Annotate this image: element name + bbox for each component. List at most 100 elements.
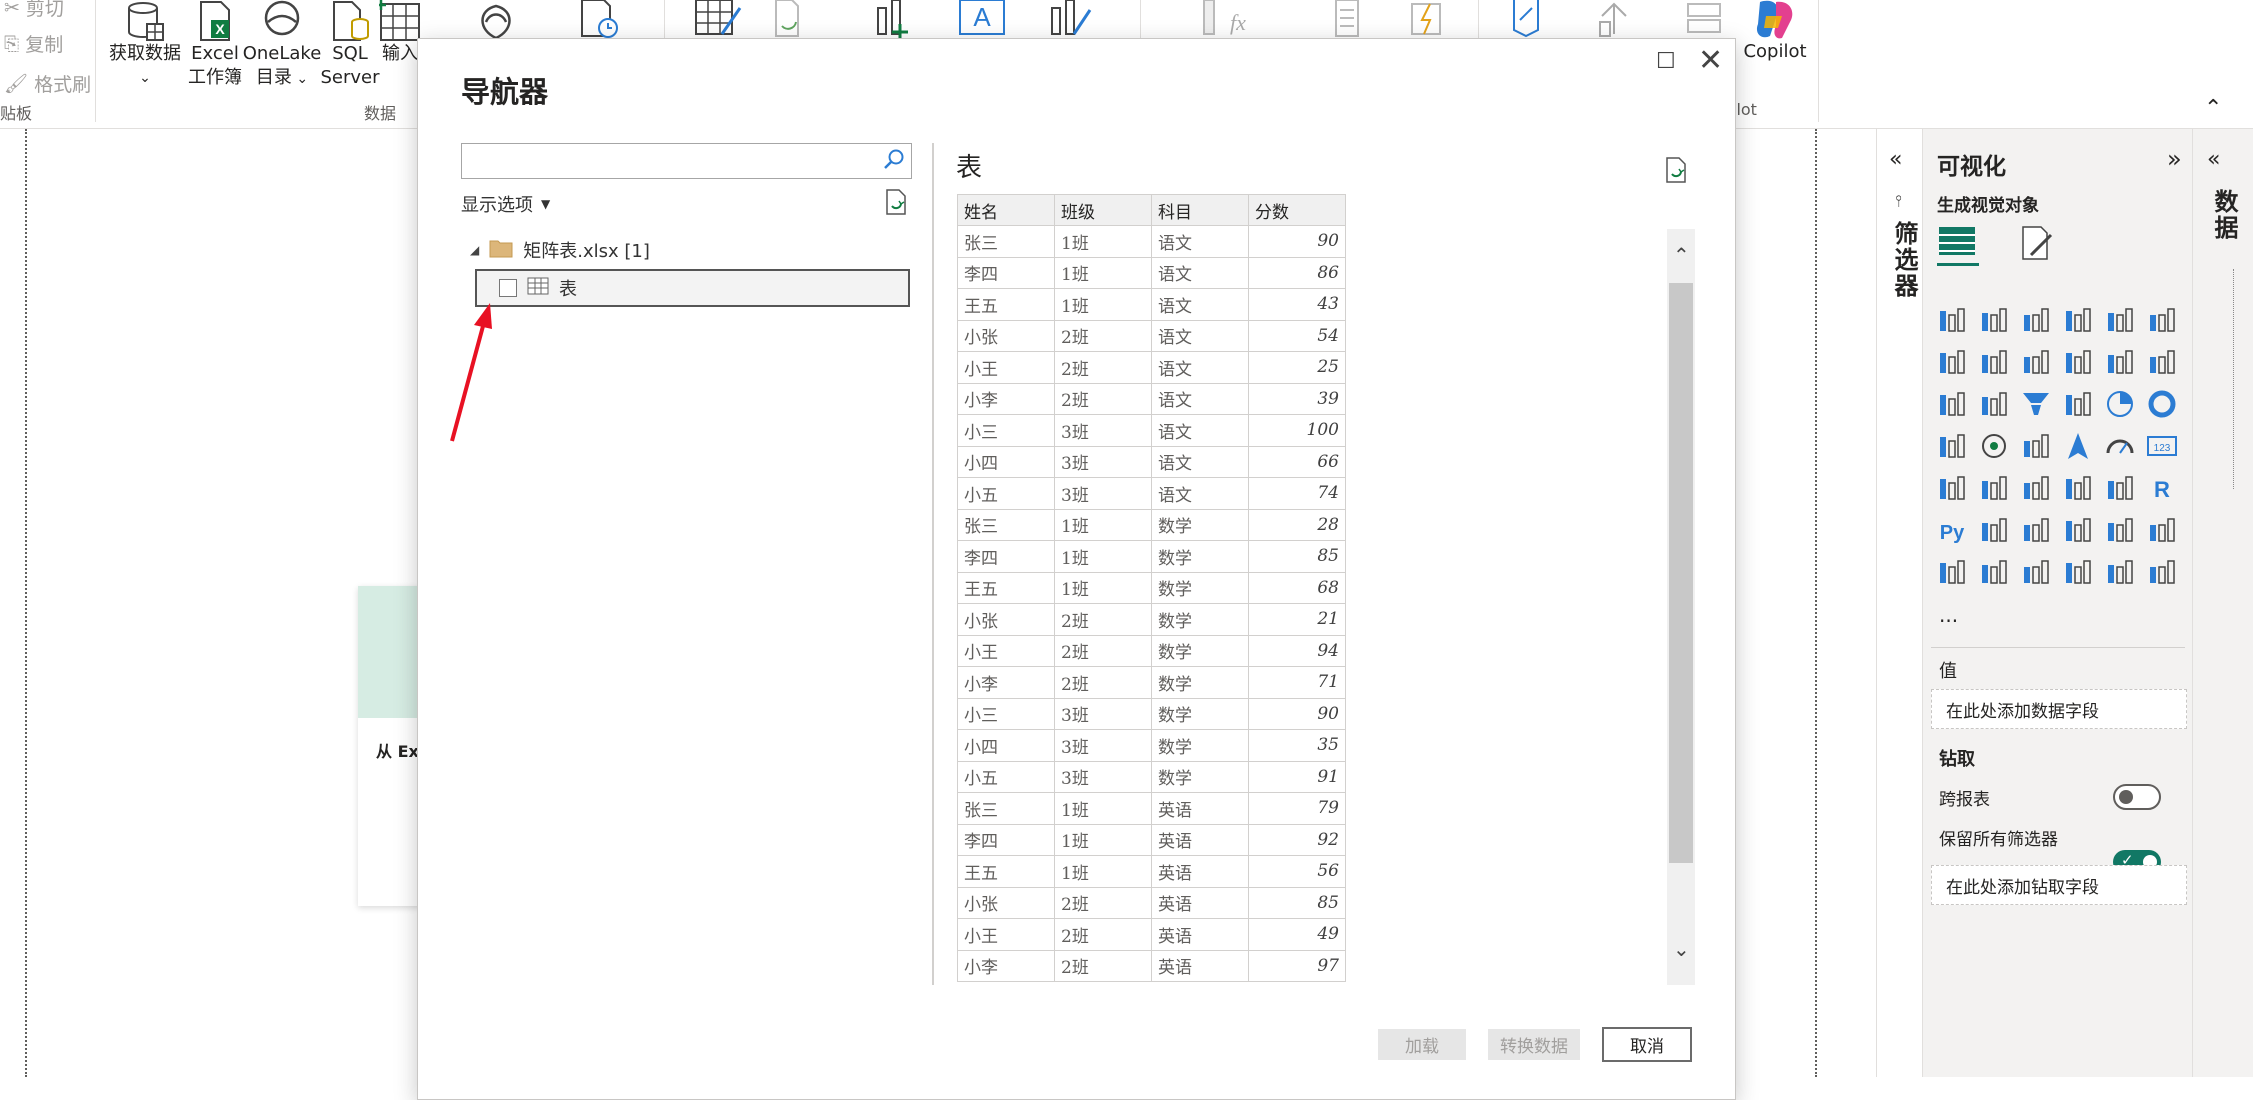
more-visuals-ellipsis[interactable]: ... xyxy=(1939,603,1958,627)
transform-data-button[interactable]: 转换数据 xyxy=(1488,1029,1580,1060)
clustered-column-icon[interactable] xyxy=(2061,303,2095,337)
display-options-dropdown[interactable]: 显示选项 ▼ xyxy=(461,191,550,217)
table-cell: 1班 xyxy=(1054,571,1152,604)
gauge-icon[interactable] xyxy=(2103,429,2137,463)
column-header[interactable]: 姓名 xyxy=(957,194,1055,226)
excel-workbook-button[interactable]: X Excel 工作簿 xyxy=(184,0,246,90)
goals-icon[interactable] xyxy=(2145,513,2179,547)
line-chart-icon[interactable] xyxy=(1935,345,1969,379)
table-icon[interactable] xyxy=(2061,471,2095,505)
kpi-icon[interactable] xyxy=(1977,471,2011,505)
column-header[interactable]: 分数 xyxy=(1248,194,1346,226)
viz-divider xyxy=(1931,647,2185,648)
preview-scrollbar[interactable]: ⌃ ⌄ xyxy=(1667,229,1695,985)
filters-label[interactable]: 筛选器 xyxy=(1887,221,1922,299)
enter-data-button[interactable]: 输入 xyxy=(378,0,422,66)
filled-map-icon[interactable] xyxy=(2019,429,2053,463)
r-visual-icon[interactable]: R xyxy=(2145,471,2179,505)
key-influencers-icon[interactable] xyxy=(1977,513,2011,547)
card-new-icon[interactable] xyxy=(1977,555,2011,589)
python-visual-icon[interactable]: Py xyxy=(1935,513,1969,547)
copilot-button[interactable]: Copilot xyxy=(1738,0,1812,64)
search-box[interactable] xyxy=(461,143,912,179)
card-icon[interactable]: 123 xyxy=(2145,429,2179,463)
expand-viz-icon[interactable]: » xyxy=(2167,145,2182,173)
table-row: 小三 3班 数学 90 xyxy=(957,697,1346,730)
format-visual-tab[interactable] xyxy=(2017,223,2057,267)
table-checkbox[interactable] xyxy=(499,279,517,297)
stacked-column-icon[interactable] xyxy=(1977,303,2011,337)
waterfall-icon[interactable] xyxy=(1977,387,2011,421)
map-arcgis-icon[interactable] xyxy=(2061,555,2095,589)
multirow-card-icon[interactable] xyxy=(1935,471,1969,505)
data-label[interactable]: 数据 xyxy=(2207,189,2242,241)
onelake-catalog-button[interactable]: OneLake 目录 ⌄ xyxy=(242,0,322,91)
azure-map-icon[interactable] xyxy=(2061,429,2095,463)
expand-triangle-icon[interactable]: ◢ xyxy=(470,243,479,257)
preview-table-viewport[interactable]: 姓名 班级 科目 分数 张三 1班 语文 90 李四 1班 语文 86 王五 1班 语文 43 小张 2班… xyxy=(957,194,1565,983)
folder-icon xyxy=(489,238,513,263)
visualizations-pane: 可视化 » 生成视觉对象 123 R Py ... 值 在此处添加数据字段 钻取 跨… xyxy=(1922,129,2193,1077)
values-well[interactable]: 在此处添加数据字段 xyxy=(1931,689,2187,729)
maximize-icon[interactable]: ☐ xyxy=(1656,49,1676,74)
ribbon-chart-icon[interactable] xyxy=(1935,387,1969,421)
narrative-icon[interactable] xyxy=(2103,513,2137,547)
decomposition-tree-icon[interactable] xyxy=(2019,513,2053,547)
collapse-data-icon[interactable]: « xyxy=(2207,147,2220,172)
onelake-label-1: OneLake xyxy=(242,43,322,64)
cancel-button[interactable]: 取消 xyxy=(1602,1027,1692,1062)
pane-resize-handle[interactable] xyxy=(2233,269,2244,489)
sql-server-icon xyxy=(327,0,373,42)
load-button[interactable]: 加载 xyxy=(1378,1029,1466,1060)
slicer-icon[interactable] xyxy=(2019,471,2053,505)
smart-narrative-icon[interactable] xyxy=(2019,555,2053,589)
matrix-icon[interactable] xyxy=(2103,471,2137,505)
donut-icon[interactable] xyxy=(2145,387,2179,421)
search-icon[interactable] xyxy=(883,148,905,174)
stacked-bar-icon[interactable] xyxy=(1935,303,1969,337)
get-data-button[interactable]: 获取数据 ⌄ xyxy=(108,0,182,90)
map-icon[interactable] xyxy=(1977,429,2011,463)
refresh-preview-icon[interactable] xyxy=(1664,157,1688,187)
build-visual-tab[interactable] xyxy=(1937,221,1979,266)
drill-well[interactable]: 在此处添加钻取字段 xyxy=(1931,865,2187,905)
scrollbar-thumb[interactable] xyxy=(1669,283,1693,863)
clustered-bar-icon[interactable] xyxy=(2019,303,2053,337)
area-chart-icon[interactable] xyxy=(1977,345,2011,379)
table-cell: 35 xyxy=(1248,729,1346,762)
close-icon[interactable]: ✕ xyxy=(1698,43,1723,78)
cross-report-toggle[interactable] xyxy=(2113,784,2161,810)
copy-button[interactable]: ⎘ 复制 xyxy=(4,30,63,57)
paginated-report-icon[interactable] xyxy=(1935,555,1969,589)
collapse-ribbon-icon[interactable]: ⌃ xyxy=(2204,96,2222,121)
format-painter-button[interactable]: 🖌 格式刷 xyxy=(4,70,91,97)
cut-button[interactable]: ✂ 剪切 xyxy=(4,0,64,21)
sql-server-button[interactable]: SQL Server xyxy=(320,0,380,90)
line-clustered-icon[interactable] xyxy=(2145,345,2179,379)
power-apps-icon[interactable] xyxy=(2103,555,2137,589)
100-column-icon[interactable] xyxy=(2145,303,2179,337)
search-input[interactable] xyxy=(468,145,872,177)
scatter-icon[interactable] xyxy=(2061,387,2095,421)
line-column-icon[interactable] xyxy=(2103,345,2137,379)
column-header[interactable]: 科目 xyxy=(1151,194,1249,226)
tree-item-table[interactable]: 表 xyxy=(475,269,910,307)
pie-icon[interactable] xyxy=(2103,387,2137,421)
stacked-area-icon[interactable] xyxy=(2019,345,2053,379)
funnel-icon[interactable] xyxy=(2019,387,2053,421)
treemap-icon[interactable] xyxy=(1935,429,1969,463)
filter-funnel-icon[interactable]: ⫯ xyxy=(1895,191,1902,211)
qa-icon[interactable] xyxy=(2061,513,2095,547)
100-bar-icon[interactable] xyxy=(2103,303,2137,337)
scroll-up-icon[interactable]: ⌃ xyxy=(1673,243,1690,267)
scroll-down-icon[interactable]: ⌄ xyxy=(1673,937,1690,961)
100-area-icon[interactable] xyxy=(2061,345,2095,379)
values-label: 值 xyxy=(1939,661,1957,682)
refresh-preview-icon[interactable] xyxy=(884,189,908,219)
svg-text:X: X xyxy=(215,21,225,37)
tree-file-node[interactable]: ◢ 矩阵表.xlsx [1] xyxy=(470,237,650,263)
collapse-filters-icon[interactable]: « xyxy=(1889,147,1902,172)
power-automate-icon[interactable] xyxy=(2145,555,2179,589)
column-header[interactable]: 班级 xyxy=(1054,194,1152,226)
table-cell: 数学 xyxy=(1151,666,1249,699)
